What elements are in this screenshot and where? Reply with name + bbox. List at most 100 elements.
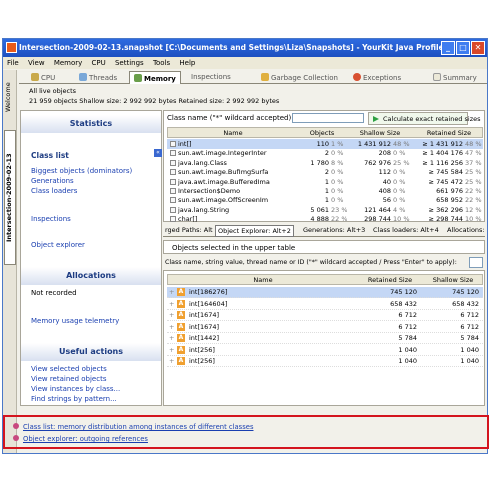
status-link-object-explorer[interactable]: Object explorer: outgoing references bbox=[13, 435, 148, 443]
inspections-link[interactable]: Inspections bbox=[31, 215, 71, 223]
tab-cpu[interactable]: CPU bbox=[27, 71, 59, 84]
play-icon bbox=[373, 116, 379, 122]
tab-welcome[interactable]: Welcome bbox=[4, 74, 16, 120]
list-item[interactable]: + Aint[256] 1 040 1 040 bbox=[167, 345, 483, 356]
generations-link[interactable]: Generations bbox=[31, 177, 74, 185]
list-item[interactable]: + Aint[1674] 6 712 6 712 bbox=[167, 310, 483, 321]
left-panel: Statistics Class list « Biggest objects … bbox=[20, 110, 162, 406]
row-retained: ≥ 1 116 256 bbox=[422, 158, 463, 167]
object-filter-label: Class name, string value, thread name or… bbox=[165, 259, 457, 266]
col-object-retained[interactable]: Retained Size bbox=[358, 276, 422, 284]
row-shallow-pct: 0 % bbox=[393, 177, 406, 186]
tab-memory[interactable]: Memory bbox=[129, 71, 181, 84]
class-icon bbox=[170, 197, 176, 204]
row-shallow: 298 744 bbox=[364, 215, 391, 224]
class-table-pane: Class name ("*" wildcard accepted): Calc… bbox=[163, 110, 485, 224]
col-objects[interactable]: Objects bbox=[298, 129, 346, 137]
tab-threads[interactable]: Threads bbox=[75, 71, 121, 84]
row-retained-pct: 12 % bbox=[465, 205, 482, 214]
object-retained: 658 432 bbox=[390, 299, 417, 308]
class-icon bbox=[170, 178, 176, 185]
close-button[interactable]: ✕ bbox=[471, 41, 485, 55]
summary-line-2: 21 959 objects Shallow size: 2 992 992 b… bbox=[29, 97, 280, 105]
biggest-objects-link[interactable]: Biggest objects (dominators) bbox=[31, 167, 132, 175]
row-shallow-pct: 10 % bbox=[393, 215, 410, 224]
main-tabs: CPU Threads Memory Inspections Garbage C… bbox=[19, 71, 487, 84]
action-view-retained[interactable]: View retained objects bbox=[31, 375, 106, 383]
array-icon: A bbox=[177, 345, 185, 354]
row-objects-pct: 0 % bbox=[331, 168, 344, 177]
row-objects: 1 bbox=[324, 196, 329, 205]
tab-inspections[interactable]: Inspections bbox=[187, 71, 235, 84]
row-objects: 2 bbox=[324, 168, 329, 177]
allocations-header: Allocations bbox=[21, 267, 161, 285]
row-objects: 5 061 bbox=[310, 205, 329, 214]
list-item[interactable]: + Aint[256] 1 040 1 040 bbox=[167, 356, 483, 367]
tree-expand-icon[interactable]: + bbox=[169, 334, 174, 342]
maximize-button[interactable]: □ bbox=[456, 41, 470, 55]
tab-exceptions[interactable]: Exceptions bbox=[349, 71, 405, 84]
subtab-object-explorer[interactable]: Object Explorer: Alt+2 bbox=[215, 225, 294, 237]
menu-view[interactable]: View bbox=[28, 59, 45, 67]
tree-expand-icon[interactable]: + bbox=[169, 300, 174, 308]
menu-tools[interactable]: Tools bbox=[153, 59, 170, 67]
object-name: int[256] bbox=[189, 345, 215, 354]
class-loaders-link[interactable]: Class loaders bbox=[31, 187, 77, 195]
class-list-link[interactable]: Class list bbox=[31, 151, 69, 160]
subtab-generations[interactable]: Generations: Alt+3 bbox=[301, 225, 367, 235]
col-name[interactable]: Name bbox=[168, 129, 298, 137]
object-shallow: 745 120 bbox=[452, 288, 479, 296]
window-title: Intersection-2009-02-13.snapshot [C:\Doc… bbox=[19, 43, 453, 52]
list-item[interactable]: + Aint[1442] 5 784 5 784 bbox=[167, 333, 483, 344]
action-view-selected[interactable]: View selected objects bbox=[31, 365, 107, 373]
row-retained: 658 952 bbox=[436, 196, 463, 205]
tree-expand-icon[interactable]: + bbox=[169, 288, 174, 296]
col-retained[interactable]: Retained Size bbox=[414, 129, 484, 137]
action-find-strings[interactable]: Find strings by pattern... bbox=[31, 395, 117, 403]
subtab-class-loaders[interactable]: Class loaders: Alt+4 bbox=[371, 225, 441, 235]
object-filter-dropdown[interactable] bbox=[469, 257, 483, 268]
tab-garbage-collection[interactable]: Garbage Collection bbox=[257, 71, 342, 84]
row-objects: 1 bbox=[324, 177, 329, 186]
list-item[interactable]: + Aint[1674] 6 712 6 712 bbox=[167, 322, 483, 333]
summary-line-1: All live objects bbox=[29, 87, 77, 95]
subtab-allocations[interactable]: Allocations: bbox=[445, 225, 487, 235]
collapse-icon[interactable]: « bbox=[154, 149, 162, 157]
subtab-merged-paths[interactable]: rged Paths: Alt bbox=[163, 225, 215, 235]
calculate-retained-button[interactable]: Calculate exact retained sizes bbox=[368, 112, 481, 125]
row-retained: ≥ 745 584 bbox=[428, 168, 463, 177]
array-icon: A bbox=[177, 288, 185, 296]
tree-expand-icon[interactable]: + bbox=[169, 323, 174, 331]
class-filter-label: Class name ("*" wildcard accepted): bbox=[167, 114, 294, 122]
col-object-shallow[interactable]: Shallow Size bbox=[422, 276, 484, 284]
minimize-button[interactable]: _ bbox=[441, 41, 455, 55]
row-retained-pct: 22 % bbox=[465, 196, 482, 205]
status-link-class-list[interactable]: Class list: memory distribution among in… bbox=[13, 423, 254, 431]
list-item[interactable]: + Aint[164604] 658 432 658 432 bbox=[167, 299, 483, 310]
menu-file[interactable]: File bbox=[7, 59, 19, 67]
menu-cpu[interactable]: CPU bbox=[92, 59, 106, 67]
menu-settings[interactable]: Settings bbox=[115, 59, 144, 67]
action-instances-by-class[interactable]: View instances by class... bbox=[31, 385, 120, 393]
object-retained: 5 784 bbox=[398, 334, 417, 342]
table-row[interactable]: char[] 4 888 22 % 298 744 10 % ≥ 298 744 10 % bbox=[167, 214, 483, 224]
class-filter-input[interactable] bbox=[292, 113, 364, 123]
menu-help[interactable]: Help bbox=[179, 59, 195, 67]
tree-expand-icon[interactable]: + bbox=[169, 311, 174, 319]
telemetry-link[interactable]: Memory usage telemetry bbox=[31, 317, 119, 325]
array-icon: A bbox=[177, 322, 185, 331]
tree-expand-icon[interactable]: + bbox=[169, 357, 174, 365]
list-item[interactable]: + Aint[186276] 745 120 745 120 bbox=[167, 287, 483, 298]
col-object-name[interactable]: Name bbox=[168, 276, 358, 284]
tree-expand-icon[interactable]: + bbox=[169, 346, 174, 354]
object-name: int[1674] bbox=[189, 311, 220, 319]
menu-memory[interactable]: Memory bbox=[54, 59, 82, 67]
object-explorer-link[interactable]: Object explorer bbox=[31, 241, 85, 249]
col-shallow[interactable]: Shallow Size bbox=[346, 129, 414, 137]
row-shallow-pct: 0 % bbox=[393, 187, 406, 195]
row-objects: 110 bbox=[316, 140, 329, 148]
tab-snapshot[interactable]: Intersection-2009-02-13 bbox=[4, 130, 16, 265]
row-shallow: 408 bbox=[378, 187, 391, 195]
tab-summary[interactable]: Summary bbox=[429, 71, 481, 84]
array-icon: A bbox=[177, 357, 185, 365]
